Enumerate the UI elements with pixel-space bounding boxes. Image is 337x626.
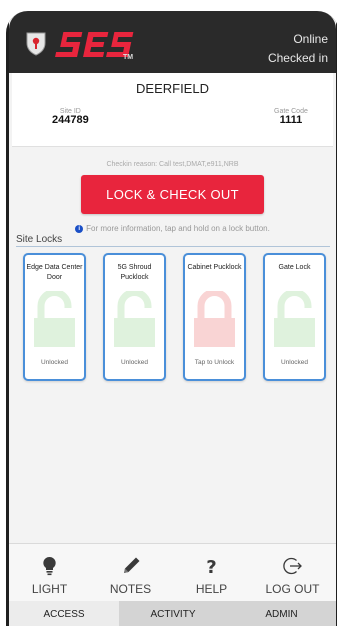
- lock-name: Edge Data Center Door: [26, 264, 83, 281]
- pencil-icon: [124, 557, 140, 573]
- site-info-card: DEERFIELD Site ID 244789 Gate Code 1111: [12, 73, 333, 147]
- light-button[interactable]: LIGHT: [9, 544, 90, 602]
- bottom-navigation: ACCESS ACTIVITY ADMIN: [9, 601, 336, 626]
- checkin-status: Checked in: [267, 51, 328, 65]
- unlocked-padlock-icon: [34, 291, 75, 347]
- lock-button[interactable]: Cabinet Pucklock Tap to Unlock: [183, 253, 246, 381]
- device-frame: TM Online Checked in DEERFIELD Site ID 2…: [6, 11, 337, 626]
- lock-button[interactable]: 5G Shroud Pucklock Unlocked: [103, 253, 166, 381]
- notes-label: NOTES: [109, 582, 152, 596]
- gate-code-block: Gate Code 1111: [274, 108, 308, 126]
- logout-icon: [283, 557, 302, 575]
- logout-button[interactable]: LOG OUT: [252, 544, 333, 602]
- site-locks-title: Site Locks: [16, 234, 330, 247]
- app-screen: TM Online Checked in DEERFIELD Site ID 2…: [9, 11, 336, 626]
- lock-status: Unlocked: [40, 359, 69, 366]
- locked-padlock-icon: [194, 291, 235, 347]
- bulb-icon: [43, 556, 56, 576]
- info-hint-text: For more information, tap and hold on a …: [86, 224, 270, 233]
- shield-logo-icon: [26, 32, 46, 56]
- lock-status: Tap to Unlock: [194, 359, 235, 366]
- lock-and-check-out-button[interactable]: LOCK & CHECK OUT: [81, 175, 264, 214]
- help-button[interactable]: ? HELP: [171, 544, 252, 602]
- checkin-reason-label: Checkin reason:: [106, 161, 158, 168]
- info-icon: i: [75, 224, 84, 233]
- help-label: HELP: [195, 582, 228, 596]
- action-bar: LIGHT NOTES ? HELP LOG OUT: [9, 543, 336, 602]
- unlocked-padlock-icon: [114, 291, 155, 347]
- info-hint: i For more information, tap and hold on a…: [9, 224, 336, 233]
- trademark-mark: TM: [123, 54, 134, 61]
- gate-code-value: 1111: [279, 114, 303, 126]
- unlocked-padlock-icon: [274, 291, 315, 347]
- notes-button[interactable]: NOTES: [90, 544, 171, 602]
- svg-text:?: ?: [206, 557, 216, 576]
- light-label: LIGHT: [31, 582, 68, 596]
- connection-status: Online Checked in: [268, 30, 328, 68]
- nav-activity[interactable]: ACTIVITY: [119, 601, 227, 626]
- online-status: Online: [293, 32, 328, 46]
- lock-name: 5G Shroud Pucklock: [117, 264, 152, 281]
- nav-admin[interactable]: ADMIN: [227, 601, 336, 626]
- checkin-reason: Checkin reason: Call test,DMAT,e911,NRB: [9, 161, 336, 168]
- nav-access[interactable]: ACCESS: [9, 601, 119, 626]
- lock-name: Cabinet Pucklock: [187, 264, 242, 271]
- logout-label: LOG OUT: [265, 582, 320, 596]
- site-id-block: Site ID 244789: [52, 108, 89, 126]
- site-id-value: 244789: [52, 114, 89, 126]
- lock-status: Unlocked: [120, 359, 149, 366]
- lock-button[interactable]: Gate Lock Unlocked: [263, 253, 326, 381]
- site-name: DEERFIELD: [136, 81, 209, 96]
- lock-button[interactable]: Edge Data Center Door Unlocked: [23, 253, 86, 381]
- checkin-reason-value: Call test,DMAT,e911,NRB: [159, 161, 239, 168]
- lock-name: Gate Lock: [278, 264, 311, 271]
- app-header: TM Online Checked in: [9, 11, 336, 73]
- lock-status: Unlocked: [280, 359, 309, 366]
- question-icon: ?: [206, 557, 216, 576]
